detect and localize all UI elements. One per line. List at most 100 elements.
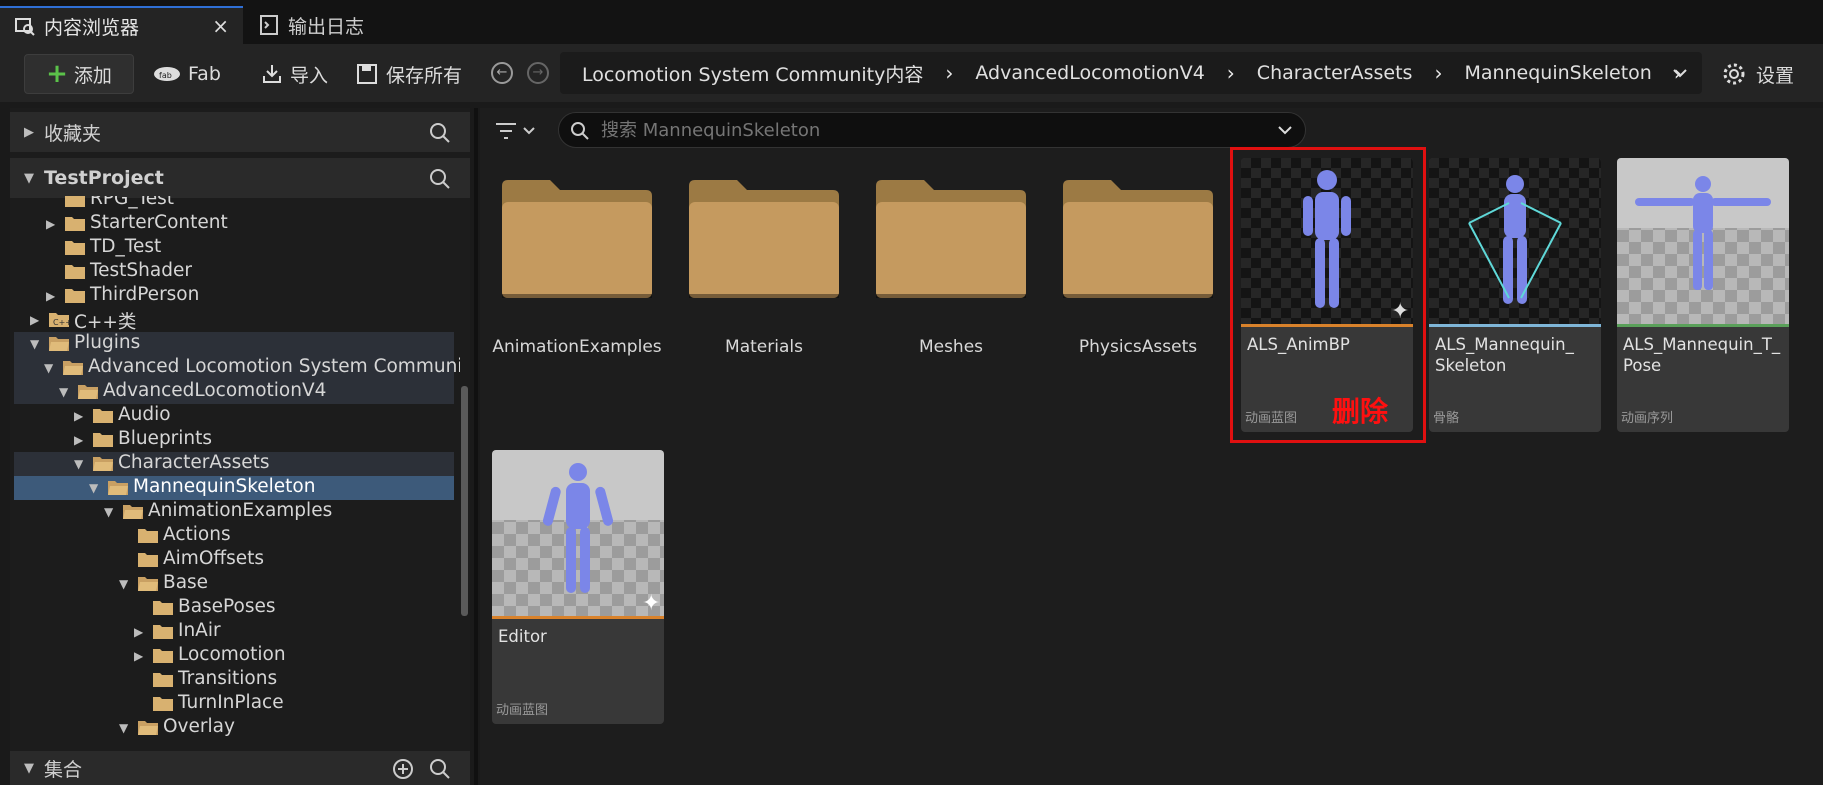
breadcrumb-item[interactable]: Locomotion System Community内容: [582, 60, 923, 87]
breadcrumb-item[interactable]: AdvancedLocomotionV4: [975, 62, 1204, 84]
search-icon[interactable]: [428, 757, 452, 781]
tree-item-label: Audio: [118, 404, 171, 425]
plus-icon: +: [46, 59, 68, 89]
asset-card[interactable]: ALS_Mannequin_T_ Pose 动画序列: [1617, 158, 1789, 432]
caret-down-icon[interactable]: ▼: [104, 505, 113, 519]
svg-text:✦: ✦: [642, 591, 660, 616]
tree-item[interactable]: ▶ C++ C++类: [14, 308, 454, 333]
search-input[interactable]: [599, 118, 1243, 142]
left-panel: ▶ 收藏夹 ▼ TestProject RPG_Test ▶ StarterCont…: [10, 108, 470, 785]
import-button[interactable]: 导入: [260, 54, 328, 94]
asset-type-bar: [1617, 324, 1789, 327]
caret-down-icon[interactable]: ▼: [44, 361, 53, 375]
caret-down-icon[interactable]: ▼: [119, 577, 128, 591]
tab-content-browser[interactable]: 内容浏览器 ×: [0, 6, 243, 44]
chevron-down-icon[interactable]: [1277, 125, 1293, 135]
tree-item[interactable]: ▼ Overlay: [14, 716, 454, 740]
caret-down-icon[interactable]: ▼: [24, 761, 34, 776]
add-button[interactable]: + 添加: [24, 54, 134, 94]
asset-card[interactable]: ✦ Editor 动画蓝图: [492, 450, 664, 724]
breadcrumb-item[interactable]: CharacterAssets: [1257, 62, 1413, 84]
panel-splitter[interactable]: [474, 108, 478, 785]
chevron-right-icon[interactable]: ›: [1227, 61, 1235, 85]
collections-header[interactable]: ▼ 集合: [10, 751, 470, 785]
favorites-header[interactable]: ▶ 收藏夹: [10, 112, 470, 152]
tree-item[interactable]: ▶ Audio: [14, 404, 454, 428]
folder-tile[interactable]: [1063, 180, 1213, 298]
folder-tile[interactable]: [502, 180, 652, 298]
caret-down-icon[interactable]: ▼: [74, 457, 83, 471]
forward-arrow-icon[interactable]: →: [527, 62, 549, 84]
caret-down-icon[interactable]: ▼: [119, 721, 128, 735]
tree-item[interactable]: ▼ AnimationExamples: [14, 500, 454, 524]
filter-icon[interactable]: [496, 121, 544, 141]
tree-item[interactable]: Transitions: [14, 668, 454, 692]
tree-scrollbar[interactable]: [461, 386, 468, 616]
asset-type-bar: [492, 616, 664, 619]
add-circle-icon[interactable]: [392, 758, 414, 780]
tree-item[interactable]: ▼ Base: [14, 572, 454, 596]
folder-tile[interactable]: [689, 180, 839, 298]
folder-tile[interactable]: [876, 180, 1026, 298]
tree-item[interactable]: ▶ Locomotion: [14, 644, 454, 668]
caret-right-icon[interactable]: ▶: [134, 625, 143, 639]
tree-item[interactable]: TD_Test: [14, 236, 454, 260]
caret-right-icon[interactable]: ▶: [134, 649, 143, 663]
asset-type: 动画蓝图: [496, 703, 549, 718]
folder-icon: [93, 409, 113, 423]
tree-item[interactable]: ▶ ThirdPerson: [14, 284, 454, 308]
fab-button[interactable]: fab Fab: [152, 54, 221, 94]
tree-item[interactable]: ▼ MannequinSkeleton: [14, 476, 454, 500]
tree-item[interactable]: Barrel: [14, 740, 454, 741]
project-header[interactable]: ▼ TestProject: [10, 158, 470, 198]
caret-right-icon[interactable]: ▶: [74, 409, 83, 423]
tree-item[interactable]: ▶ InAir: [14, 620, 454, 644]
tree-item[interactable]: AimOffsets: [14, 548, 454, 572]
chevron-right-icon[interactable]: ›: [1434, 61, 1442, 85]
asset-name: ALS_Mannequin_ Skeleton: [1435, 335, 1574, 375]
tab-output-log[interactable]: 输出日志: [258, 6, 364, 44]
caret-right-icon[interactable]: ▶: [46, 217, 55, 231]
folder-open-icon: [138, 721, 158, 735]
tree-item[interactable]: ▼ AdvancedLocomotionV4: [14, 380, 454, 404]
caret-right-icon[interactable]: ▶: [46, 289, 55, 303]
settings-button[interactable]: 设置: [1722, 54, 1794, 94]
caret-right-icon[interactable]: ▶: [30, 313, 39, 327]
tree-item[interactable]: ▶ StarterContent: [14, 212, 454, 236]
chevron-down-icon[interactable]: [1672, 68, 1688, 78]
search-icon[interactable]: [428, 167, 452, 191]
tree-item[interactable]: RPG_Test: [14, 196, 454, 212]
back-arrow-icon[interactable]: ←: [491, 62, 513, 84]
caret-down-icon[interactable]: ▼: [30, 337, 39, 351]
caret-down-icon[interactable]: ▼: [59, 385, 68, 399]
search-icon[interactable]: [428, 121, 452, 145]
asset-search[interactable]: [558, 112, 1306, 148]
caret-down-icon[interactable]: ▼: [24, 171, 34, 186]
tree-item-label: TD_Test: [90, 236, 162, 257]
tree-item[interactable]: TestShader: [14, 260, 454, 284]
save-all-button[interactable]: 保存所有: [356, 54, 462, 94]
folder-open-icon: [78, 385, 98, 399]
tree-item[interactable]: Actions: [14, 524, 454, 548]
tab-bar: 内容浏览器 × 输出日志: [0, 0, 1823, 44]
folder-label: AnimationExamples: [492, 337, 662, 357]
chevron-right-icon[interactable]: ›: [945, 61, 953, 85]
tree-item[interactable]: ▶ Blueprints: [14, 428, 454, 452]
tree-item[interactable]: ▼ CharacterAssets: [14, 452, 454, 476]
close-icon[interactable]: ×: [212, 14, 229, 38]
tree-item-label: Base: [163, 572, 209, 593]
caret-right-icon[interactable]: ▶: [24, 125, 34, 140]
breadcrumb-item[interactable]: MannequinSkeleton: [1464, 62, 1651, 84]
breadcrumb: Locomotion System Community内容 › Advanced…: [560, 52, 1702, 94]
tree-item[interactable]: BasePoses: [14, 596, 454, 620]
tree-item[interactable]: ▼ Plugins: [14, 332, 454, 356]
tree-item[interactable]: ▼ Advanced Locomotion System Community: [14, 356, 460, 380]
tree-item[interactable]: TurnInPlace: [14, 692, 454, 716]
caret-right-icon[interactable]: ▶: [74, 433, 83, 447]
folder-icon: [876, 180, 1026, 298]
add-label: 添加: [73, 64, 112, 87]
asset-thumbnail: [1429, 158, 1601, 324]
folder-icon: [65, 289, 85, 303]
caret-down-icon[interactable]: ▼: [89, 481, 98, 495]
asset-card[interactable]: ALS_Mannequin_ Skeleton 骨骼: [1429, 158, 1601, 432]
